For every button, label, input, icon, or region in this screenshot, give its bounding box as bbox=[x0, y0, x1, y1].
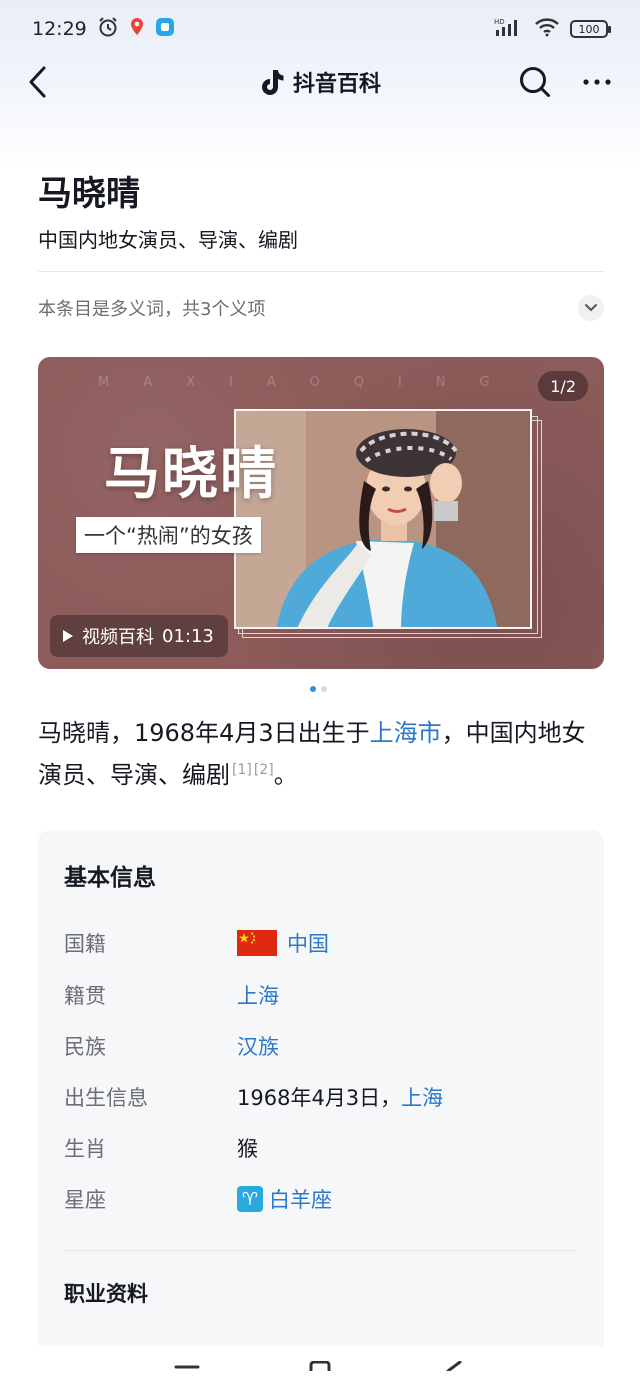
location-icon bbox=[129, 17, 145, 42]
menu-icon bbox=[174, 1365, 200, 1368]
polysemy-toggle[interactable]: 本条目是多义词，共3个义项 bbox=[38, 291, 604, 325]
douyin-logo-icon bbox=[261, 70, 284, 95]
china-flag-icon bbox=[237, 930, 277, 956]
portrait-illustration bbox=[236, 411, 530, 627]
info-key: 出生信息 bbox=[64, 1086, 148, 1110]
info-row-birth: 出生信息 1968年4月3日， 上海 bbox=[64, 1082, 443, 1112]
video-encyclopedia-button[interactable]: 视频百科 01:13 bbox=[50, 615, 228, 657]
media-overlay-title: 马晓晴 bbox=[104, 442, 278, 507]
carousel-dot bbox=[321, 686, 327, 692]
battery-icon: 100 bbox=[570, 20, 611, 38]
wifi-icon bbox=[534, 17, 560, 42]
app-notification-icon bbox=[155, 17, 175, 42]
back-nav-button[interactable] bbox=[440, 1356, 466, 1375]
basic-info-card: 基本信息 国籍 中国 籍贯 上海 民族 汉族 出生信息 1968年4月3日， 上… bbox=[38, 830, 604, 1360]
basic-info-heading: 基本信息 bbox=[64, 865, 156, 891]
info-row-chinese-zodiac: 生肖 猴 bbox=[64, 1133, 258, 1163]
back-arrow-icon bbox=[29, 66, 46, 98]
summary-text: 马晓晴，1968年4月3日出生于 bbox=[38, 719, 370, 747]
aries-icon: ♈ bbox=[237, 1186, 263, 1212]
info-key: 国籍 bbox=[64, 932, 106, 956]
search-icon bbox=[520, 67, 550, 97]
polysemy-note: 本条目是多义词，共3个义项 bbox=[38, 299, 266, 320]
carousel-dot-active bbox=[310, 686, 316, 692]
ethnicity-link[interactable]: 汉族 bbox=[237, 1031, 279, 1061]
status-bar: 12:29 HD 100 bbox=[0, 0, 640, 58]
nav-title-text: 抖音百科 bbox=[292, 72, 381, 97]
more-button[interactable] bbox=[582, 78, 612, 86]
back-triangle-icon bbox=[446, 1360, 462, 1372]
shanghai-city-link[interactable]: 上海市 bbox=[370, 719, 442, 747]
birthplace-link[interactable]: 上海 bbox=[401, 1082, 443, 1112]
back-button[interactable] bbox=[28, 62, 58, 102]
expand-button[interactable] bbox=[578, 295, 604, 321]
carousel-indicator bbox=[310, 686, 327, 692]
summary-end: 。 bbox=[273, 761, 298, 789]
entry-summary: 马晓晴，1968年4月3日出生于上海市，中国内地女演员、导演、编剧 [1] [2]。 bbox=[38, 712, 608, 796]
divider bbox=[64, 1250, 578, 1251]
video-duration: 01:13 bbox=[162, 625, 214, 647]
portrait-photo bbox=[234, 409, 532, 629]
status-time: 12:29 bbox=[32, 18, 87, 40]
more-dots-icon bbox=[583, 79, 611, 85]
reference-2[interactable]: [2] bbox=[254, 762, 274, 778]
media-carousel[interactable]: MAXIAOQING 1/2 马晓晴 一个“热闹”的女孩 视频百科 01:13 bbox=[38, 357, 604, 669]
info-row-nationality: 国籍 中国 bbox=[64, 928, 329, 958]
info-key: 民族 bbox=[64, 1035, 106, 1059]
battery-level: 100 bbox=[578, 22, 600, 36]
top-nav-bar: 抖音百科 bbox=[0, 58, 640, 106]
birth-date: 1968年4月3日， bbox=[237, 1086, 402, 1110]
info-row-constellation: 星座 ♈ 白羊座 bbox=[64, 1184, 332, 1214]
signal-icon: HD bbox=[494, 17, 524, 42]
career-info-heading: 职业资料 bbox=[64, 1282, 148, 1306]
chevron-down-icon bbox=[585, 304, 597, 312]
info-key: 星座 bbox=[64, 1188, 106, 1212]
home-square-icon bbox=[309, 1360, 331, 1371]
info-row-native-place: 籍贯 上海 bbox=[64, 980, 279, 1010]
divider bbox=[38, 271, 604, 272]
entry-title: 马晓晴 bbox=[38, 174, 140, 214]
menu-nav-button[interactable] bbox=[174, 1356, 200, 1375]
info-row-ethnicity: 民族 汉族 bbox=[64, 1031, 279, 1061]
reference-1[interactable]: [1] bbox=[232, 762, 252, 778]
home-nav-button[interactable] bbox=[307, 1356, 333, 1375]
info-key: 生肖 bbox=[64, 1137, 106, 1161]
chinese-zodiac-value: 猴 bbox=[237, 1137, 258, 1161]
nationality-link[interactable]: 中国 bbox=[287, 928, 329, 958]
alarm-icon bbox=[97, 16, 119, 43]
hd-label: HD bbox=[494, 18, 505, 26]
constellation-link[interactable]: 白羊座 bbox=[269, 1184, 332, 1214]
info-key: 籍贯 bbox=[64, 984, 106, 1008]
native-place-link[interactable]: 上海 bbox=[237, 980, 279, 1010]
system-navigation-bar bbox=[0, 1346, 640, 1384]
media-caption: 一个“热闹”的女孩 bbox=[76, 517, 261, 553]
media-page-counter: 1/2 bbox=[538, 371, 588, 401]
media-watermark: MAXIAOQING bbox=[98, 375, 524, 390]
entry-subtitle: 中国内地女演员、导演、编剧 bbox=[38, 228, 298, 252]
video-label: 视频百科 bbox=[82, 627, 154, 648]
play-icon bbox=[63, 630, 73, 642]
search-button[interactable] bbox=[518, 65, 552, 99]
